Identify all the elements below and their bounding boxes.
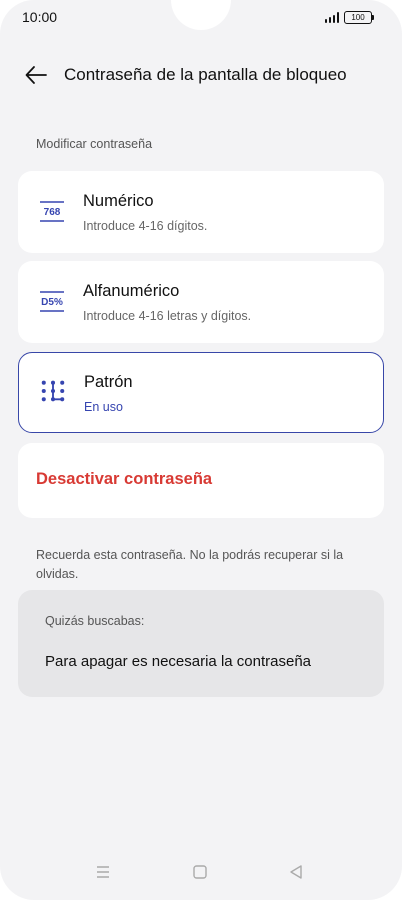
back-nav-button[interactable] (284, 860, 308, 884)
back-arrow-icon (25, 66, 47, 84)
menu-lines-icon (97, 866, 109, 878)
back-button[interactable] (24, 64, 48, 86)
numeric-keypad-icon: 768 (40, 201, 64, 222)
status-bar: 10:00 100 (0, 0, 402, 36)
option-alphanumeric-subtitle: Introduce 4-16 letras y dígitos. (83, 309, 252, 323)
option-alphanumeric-title: Alfanumérico (83, 282, 180, 300)
option-numeric-title: Numérico (83, 192, 154, 210)
option-pattern[interactable]: Patrón En uso (18, 352, 384, 433)
recent-apps-button[interactable] (91, 860, 115, 884)
suggestions-panel: Quizás buscabas: Para apagar es necesari… (18, 590, 384, 697)
screen: 10:00 100 Contraseña de la pantalla de b… (0, 0, 402, 900)
triangle-back-icon (290, 865, 302, 879)
suggestion-item[interactable]: Para apagar es necesaria la contraseña (45, 653, 311, 670)
navigation-bar (0, 860, 402, 884)
section-label: Modificar contraseña (36, 137, 153, 151)
option-pattern-status: En uso (84, 400, 123, 414)
option-numeric[interactable]: 768 Numérico Introduce 4-16 dígitos. (18, 171, 384, 253)
camera-notch (171, 0, 231, 30)
option-alphanumeric[interactable]: D5% Alfanumérico Introduce 4-16 letras y… (18, 261, 384, 343)
svg-text:D5%: D5% (41, 297, 63, 308)
disable-password-label: Desactivar contraseña (36, 470, 213, 488)
disable-password-button[interactable]: Desactivar contraseña (18, 443, 384, 518)
pattern-grid-icon (41, 380, 65, 402)
page-title: Contraseña de la pantalla de bloqueo (64, 65, 347, 84)
battery-icon: 100 (344, 11, 374, 24)
status-indicators: 100 (324, 11, 374, 24)
header: Contraseña de la pantalla de bloqueo (0, 56, 402, 94)
home-button[interactable] (188, 860, 212, 884)
square-icon (193, 865, 207, 879)
alphanumeric-keyboard-icon: D5% (40, 291, 64, 312)
battery-level: 100 (351, 13, 365, 22)
option-pattern-title: Patrón (84, 373, 133, 391)
svg-text:768: 768 (44, 207, 61, 218)
warning-text: Recuerda esta contraseña. No la podrás r… (36, 548, 344, 581)
status-time: 10:00 (22, 9, 58, 25)
option-numeric-subtitle: Introduce 4-16 dígitos. (83, 219, 208, 233)
signal-icon (324, 12, 339, 23)
suggestions-label: Quizás buscabas: (45, 614, 145, 628)
